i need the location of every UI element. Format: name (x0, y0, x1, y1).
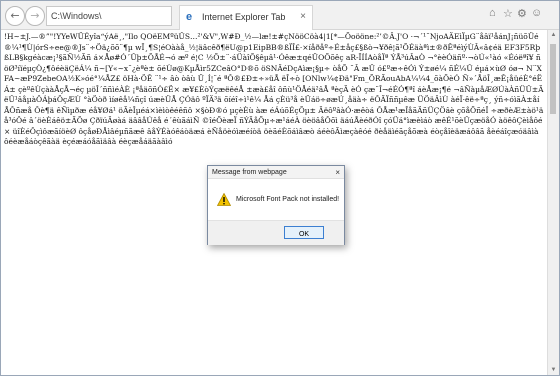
scroll-thumb[interactable] (550, 44, 556, 114)
settings-gear-icon[interactable]: ⚙ (517, 7, 527, 20)
browser-toolbar: ← → C:\Windows\ e Internet Explorer Tab … (1, 1, 559, 30)
tab-close-icon[interactable]: × (300, 11, 306, 22)
dialog-message: Microsoft Font Pack not installed! (236, 196, 340, 203)
back-button[interactable]: ← (5, 6, 25, 26)
tab-internet-explorer[interactable]: e Internet Explorer Tab × (179, 5, 313, 30)
vertical-scrollbar[interactable]: ▲ ▼ (547, 30, 559, 375)
ok-button[interactable]: OK (284, 226, 324, 239)
feedback-smiley-icon[interactable]: ☺ (531, 7, 542, 19)
home-icon[interactable]: ⌂ (489, 7, 496, 19)
warning-icon (217, 193, 231, 206)
forward-button[interactable]: → (25, 6, 45, 26)
favorites-star-icon[interactable]: ☆ (503, 7, 513, 20)
forward-arrow-icon: → (30, 9, 40, 22)
garbled-page-text: !H~±J.—®”"!YYeWÜÉyîa“ýAë­¸,"Ilo QOëEMºüÛ… (4, 32, 544, 146)
back-arrow-icon: ← (10, 9, 20, 22)
scroll-down-arrow-icon[interactable]: ▼ (548, 365, 559, 375)
ie-logo-icon: e (186, 11, 193, 23)
alert-dialog: Message from webpage × Microsoft Font Pa… (207, 165, 345, 245)
dialog-body: Microsoft Font Pack not installed! (208, 180, 344, 220)
dialog-footer: OK (208, 220, 344, 245)
address-bar[interactable]: C:\Windows\ (46, 6, 172, 26)
scroll-up-arrow-icon[interactable]: ▲ (548, 30, 559, 40)
tab-title: Internet Explorer Tab (202, 12, 286, 22)
dialog-title: Message from webpage (208, 166, 344, 179)
dialog-close-icon[interactable]: × (335, 166, 340, 179)
